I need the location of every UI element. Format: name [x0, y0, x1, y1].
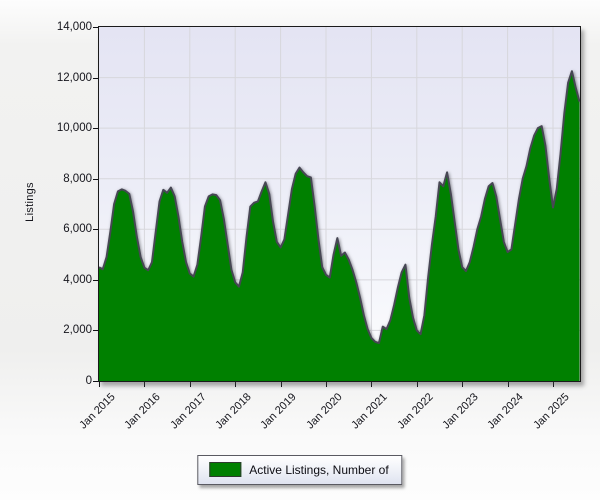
plot-area	[98, 26, 581, 382]
x-tick-label: Jan 2018	[213, 391, 254, 432]
chart-canvas: Listings 0 2,000 4,000 6,000 8,000 10,000 12,0…	[0, 0, 600, 500]
x-tick-mark	[235, 382, 237, 387]
x-tick-mark	[462, 382, 464, 387]
legend-swatch-icon	[209, 462, 242, 477]
x-tick-mark	[553, 382, 554, 387]
x-tick-mark	[280, 382, 282, 387]
x-tick-mark	[189, 382, 191, 387]
y-tick-label: 12,000	[56, 71, 92, 84]
y-tick-label: 6,000	[63, 223, 92, 236]
x-tick-label: Jan 2022	[394, 391, 436, 432]
x-tick-label: Jan 2020	[303, 391, 345, 432]
y-tick-label: 2,000	[63, 324, 92, 337]
y-tick-label: 10,000	[56, 122, 92, 135]
x-tick-mark	[507, 382, 509, 387]
x-tick-mark	[144, 382, 146, 387]
area-series-svg	[99, 27, 580, 381]
legend-box: Active Listings, Number of	[197, 455, 403, 485]
x-tick-label: Jan 2017	[167, 391, 209, 432]
legend-label: Active Listings, Number of	[249, 462, 389, 477]
y-tick-label: 14,000	[56, 21, 92, 33]
y-axis-labels: 0 2,000 4,000 6,000 8,000 10,000 12,000 14,000	[0, 0, 92, 500]
x-tick-label: Jan 2024	[485, 391, 527, 432]
x-tick-label: Jan 2019	[258, 391, 300, 432]
x-tick-label: Jan 2023	[440, 391, 481, 432]
y-tick-label: 0	[85, 375, 92, 387]
x-tick-label: Jan 2016	[122, 391, 163, 432]
x-tick-mark	[371, 382, 373, 387]
x-tick-label: Jan 2025	[530, 391, 572, 432]
x-tick-label: Jan 2021	[349, 391, 390, 432]
x-tick-mark	[99, 382, 100, 387]
x-tick-mark	[326, 382, 327, 387]
y-tick-label: 4,000	[63, 273, 92, 286]
y-tick-label: 8,000	[63, 172, 92, 185]
x-tick-mark	[416, 382, 418, 387]
